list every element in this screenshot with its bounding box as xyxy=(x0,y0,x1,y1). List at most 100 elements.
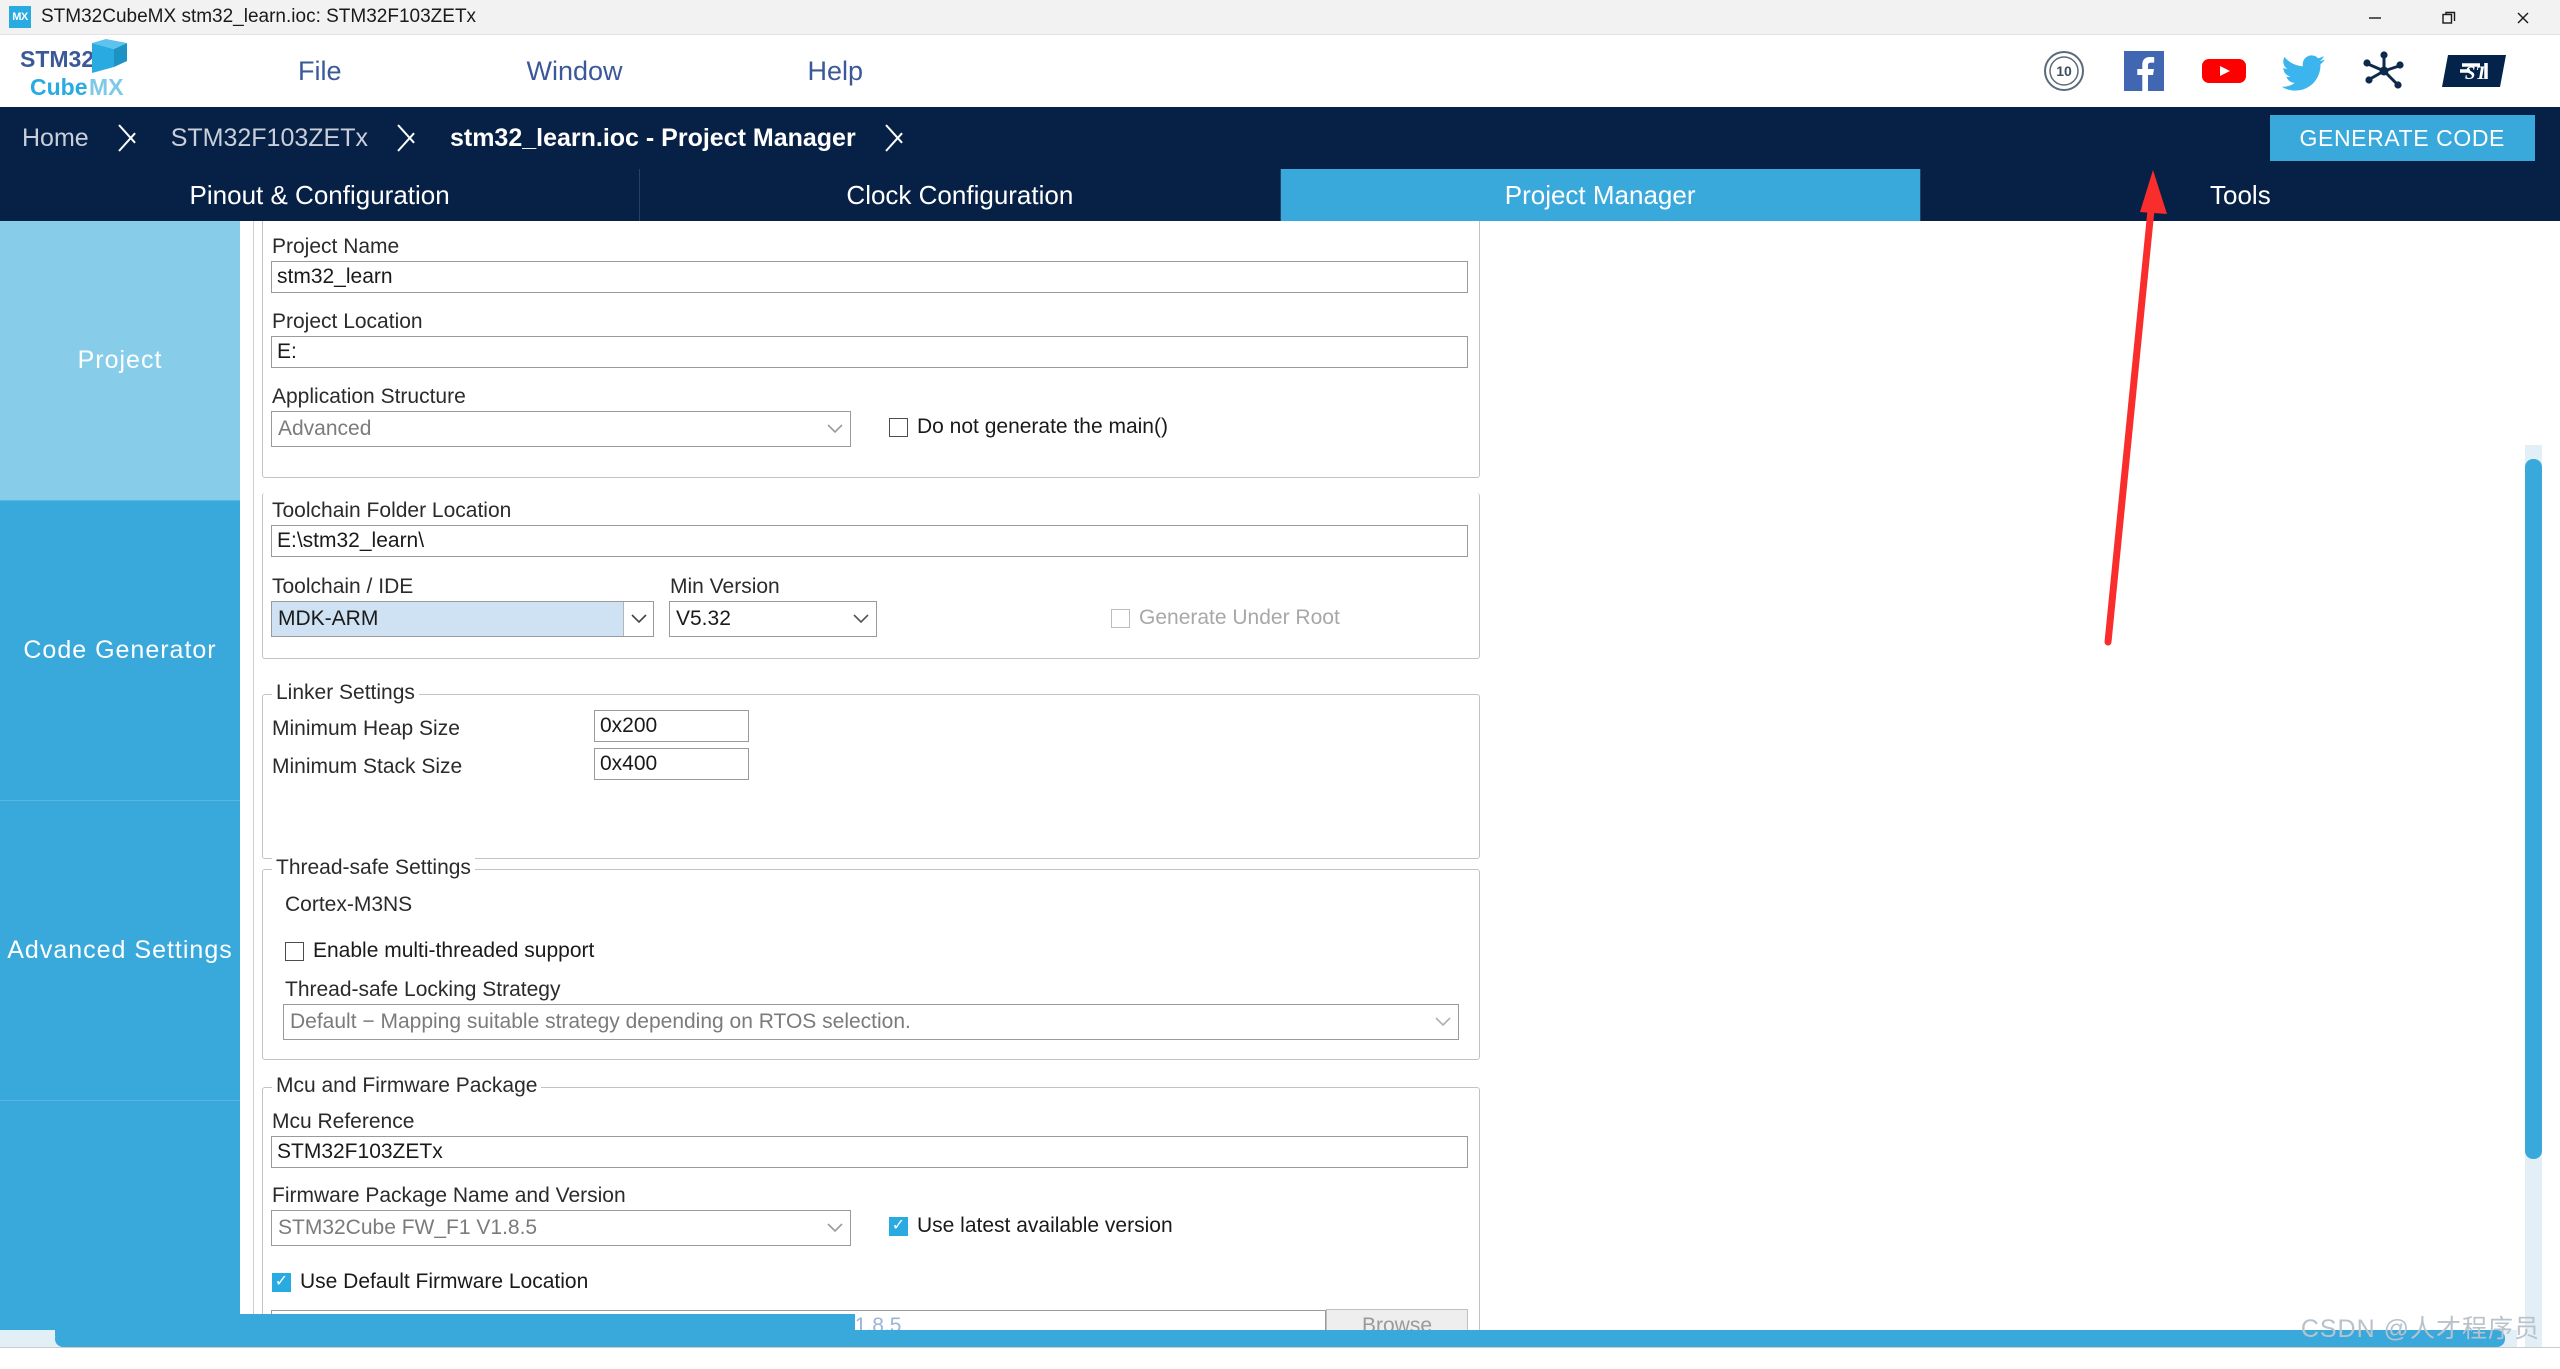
toolchain-folder-label: Toolchain Folder Location xyxy=(272,499,512,522)
project-name-label: Project Name xyxy=(272,235,400,258)
app-icon: MX xyxy=(9,6,31,28)
svg-text:MX: MX xyxy=(89,74,124,100)
chevron-right-icon xyxy=(394,107,428,169)
window-controls xyxy=(2338,0,2560,35)
restore-button[interactable] xyxy=(2412,0,2486,35)
stm32cubemx-logo: STM32 Cube MX xyxy=(18,39,148,103)
sidebar-item-project[interactable]: Project xyxy=(0,221,240,501)
breadcrumb-label: STM32F103ZETx xyxy=(170,123,368,152)
locking-strategy-select[interactable]: Default − Mapping suitable strategy depe… xyxy=(283,1004,1459,1040)
application-structure-label: Application Structure xyxy=(272,385,466,408)
thread-safe-settings-group: Thread-safe Settings Cortex-M3NS Enable … xyxy=(262,856,1480,1060)
svg-text:STM32: STM32 xyxy=(20,46,94,72)
linker-settings-group: Linker Settings Minimum Heap Size Minimu… xyxy=(262,681,1480,859)
mcu-reference-input[interactable] xyxy=(271,1136,1468,1168)
chevron-down-icon xyxy=(623,602,653,636)
do-not-generate-main-label: Do not generate the main() xyxy=(917,415,1168,438)
toolchain-ide-label: Toolchain / IDE xyxy=(272,575,414,598)
social-icon-bar: 10 ST xyxy=(2040,47,2514,95)
use-default-location-label: Use Default Firmware Location xyxy=(300,1270,589,1293)
minimum-stack-size-input[interactable] xyxy=(594,748,749,780)
community-icon[interactable] xyxy=(2360,47,2408,95)
minimize-button[interactable] xyxy=(2338,0,2412,35)
project-location-label: Project Location xyxy=(272,310,423,333)
facebook-icon[interactable] xyxy=(2120,47,2168,95)
project-settings-group: Project Settings Project Name Project Lo… xyxy=(262,221,1480,478)
cortex-core-label: Cortex-M3NS xyxy=(285,893,413,916)
menu-file[interactable]: File xyxy=(298,56,342,87)
tab-pinout-configuration[interactable]: Pinout & Configuration xyxy=(0,169,641,221)
sidebar-item-advanced-settings[interactable]: Advanced Settings xyxy=(0,801,240,1101)
st-logo-icon[interactable]: ST xyxy=(2440,47,2514,95)
breadcrumb-item-project-manager[interactable]: stm32_learn.ioc - Project Manager xyxy=(428,107,882,169)
twitter-icon[interactable] xyxy=(2280,47,2328,95)
generate-under-root-checkbox-row[interactable]: Generate Under Root xyxy=(1111,606,1340,630)
use-latest-version-checkbox-row[interactable]: Use latest available version xyxy=(889,1214,1173,1238)
tab-tools[interactable]: Tools xyxy=(1921,169,2560,221)
mcu-firmware-group: Mcu and Firmware Package Mcu Reference F… xyxy=(262,1074,1480,1347)
project-location-input[interactable] xyxy=(271,336,1468,368)
ten-years-badge-icon[interactable]: 10 xyxy=(2040,47,2088,95)
use-latest-version-checkbox[interactable] xyxy=(889,1216,908,1236)
chevron-down-icon xyxy=(820,412,850,446)
menu-bar: STM32 Cube MX File Window Help 10 ST xyxy=(0,35,2560,107)
breadcrumb: Home STM32F103ZETx stm32_learn.ioc - Pro… xyxy=(0,107,2560,169)
menu-help[interactable]: Help xyxy=(808,56,864,87)
vertical-scrollbar-thumb[interactable] xyxy=(2525,459,2542,1159)
toolchain-ide-value: MDK-ARM xyxy=(278,607,379,630)
enable-multithread-label: Enable multi-threaded support xyxy=(313,939,595,962)
generate-code-button[interactable]: GENERATE CODE xyxy=(2269,115,2535,161)
horizontal-scrollbar-accent xyxy=(55,1314,855,1336)
project-name-input[interactable] xyxy=(271,261,1468,293)
chevron-right-icon xyxy=(115,107,149,169)
window-title: STM32CubeMX stm32_learn.ioc: STM32F103ZE… xyxy=(41,6,477,27)
use-default-location-checkbox[interactable] xyxy=(272,1272,291,1292)
breadcrumb-label: Home xyxy=(22,123,89,152)
application-structure-select[interactable]: Advanced xyxy=(271,411,851,447)
chevron-down-icon xyxy=(846,602,876,636)
project-settings-content: Project Settings Project Name Project Lo… xyxy=(240,221,2560,1347)
do-not-generate-main-checkbox[interactable] xyxy=(889,417,908,437)
menu-window[interactable]: Window xyxy=(527,56,623,87)
enable-multithread-checkbox-row[interactable]: Enable multi-threaded support xyxy=(285,939,594,963)
vertical-scrollbar[interactable] xyxy=(2525,445,2542,1347)
breadcrumb-item-home[interactable]: Home xyxy=(0,107,115,169)
svg-text:Cube: Cube xyxy=(30,74,88,100)
min-version-value: V5.32 xyxy=(676,607,731,630)
min-version-label: Min Version xyxy=(670,575,780,598)
linker-settings-group-title: Linker Settings xyxy=(272,681,419,705)
youtube-icon[interactable] xyxy=(2200,47,2248,95)
minimum-heap-size-label: Minimum Heap Size xyxy=(272,717,460,740)
main-tab-bar: Pinout & Configuration Clock Configurati… xyxy=(0,169,2560,221)
minimum-stack-size-label: Minimum Stack Size xyxy=(272,755,463,778)
generate-under-root-checkbox[interactable] xyxy=(1111,608,1130,628)
mcu-firmware-group-title: Mcu and Firmware Package xyxy=(272,1074,542,1098)
use-latest-version-label: Use latest available version xyxy=(917,1214,1173,1237)
form-panel: Project Settings Project Name Project Lo… xyxy=(253,221,1488,1347)
close-button[interactable] xyxy=(2486,0,2560,35)
generate-under-root-label: Generate Under Root xyxy=(1139,606,1340,629)
application-body: Project Code Generator Advanced Settings… xyxy=(0,221,2560,1347)
chevron-down-icon xyxy=(820,1211,850,1245)
locking-strategy-value: Default − Mapping suitable strategy depe… xyxy=(290,1010,911,1033)
toolchain-ide-select[interactable]: MDK-ARM xyxy=(271,601,654,637)
tab-project-manager[interactable]: Project Manager xyxy=(1280,169,1921,221)
enable-multithread-checkbox[interactable] xyxy=(285,941,304,961)
use-default-location-checkbox-row[interactable]: Use Default Firmware Location xyxy=(272,1270,588,1294)
breadcrumb-item-mcu[interactable]: STM32F103ZETx xyxy=(149,107,394,169)
firmware-package-label: Firmware Package Name and Version xyxy=(272,1184,626,1207)
project-manager-sidebar: Project Code Generator Advanced Settings xyxy=(0,221,240,1347)
sidebar-item-empty[interactable] xyxy=(0,1101,240,1347)
toolchain-folder-input[interactable] xyxy=(271,525,1468,557)
do-not-generate-main-checkbox-row[interactable]: Do not generate the main() xyxy=(889,415,1168,439)
menu-item-list: File Window Help xyxy=(298,56,1048,87)
status-bar xyxy=(0,1347,2560,1369)
mcu-reference-label: Mcu Reference xyxy=(272,1110,415,1133)
chevron-down-icon xyxy=(1428,1005,1458,1039)
firmware-package-select[interactable]: STM32Cube FW_F1 V1.8.5 xyxy=(271,1210,851,1246)
min-version-select[interactable]: V5.32 xyxy=(669,601,877,637)
tab-clock-configuration[interactable]: Clock Configuration xyxy=(640,169,1281,221)
sidebar-item-code-generator[interactable]: Code Generator xyxy=(0,501,240,801)
cube-icon xyxy=(92,39,127,73)
minimum-heap-size-input[interactable] xyxy=(594,710,749,742)
